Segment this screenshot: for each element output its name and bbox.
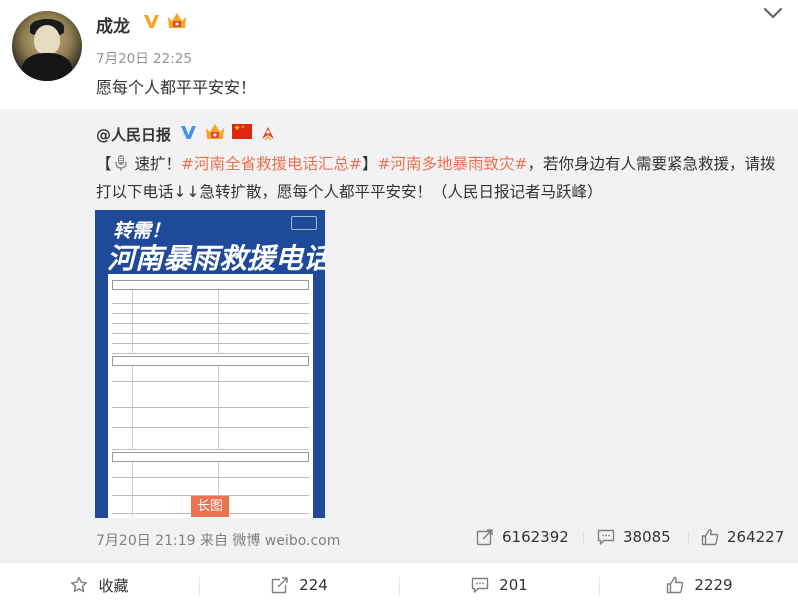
reposted-weibo[interactable]: @人民日报 ★ ★ 【 速扩！#河南全省救援电话汇总#】#河南多地暴雨致灾#，若… xyxy=(0,109,798,562)
like-icon xyxy=(701,528,719,546)
forward-icon xyxy=(271,577,288,594)
verified-v-icon xyxy=(144,15,159,28)
avatar[interactable] xyxy=(12,11,82,81)
repost-author-name[interactable]: @人民日报 xyxy=(96,124,171,145)
verified-v-icon xyxy=(181,126,196,139)
image-logo xyxy=(291,216,317,230)
post-time[interactable]: 7月20日 22:25 xyxy=(96,47,192,67)
rocket-icon xyxy=(262,127,274,141)
topic-tag-rescue-phones[interactable]: #河南全省救援电话汇总# xyxy=(181,155,362,173)
forward-button[interactable]: 224 xyxy=(200,563,399,606)
repost-label: 速扩！ xyxy=(129,155,181,173)
vip-crown-icon xyxy=(206,124,224,139)
collect-button[interactable]: 收藏 xyxy=(0,563,199,606)
topic-tag-henan-rainstorm[interactable]: #河南多地暴雨致灾# xyxy=(377,155,527,173)
long-image-badge: 长图 xyxy=(191,496,229,517)
like-icon xyxy=(667,576,684,594)
action-bar: 收藏 224 201 2229 xyxy=(0,562,798,606)
comment-icon xyxy=(597,529,615,545)
long-image-thumbnail[interactable]: 转需！ 河南暴雨救援电话 xyxy=(95,210,325,518)
image-title: 河南暴雨救援电话 xyxy=(107,242,325,275)
comment-icon xyxy=(471,577,489,593)
vip-crown-icon xyxy=(168,13,186,28)
image-phone-table xyxy=(108,274,313,518)
repost-text: 【 速扩！#河南全省救援电话汇总#】#河南多地暴雨致灾#，若你身边有人需要紧急救… xyxy=(96,155,776,201)
post-text: 愿每个人都平平安安！ xyxy=(96,78,257,97)
repost-like-count[interactable]: 264227 xyxy=(701,526,784,548)
chevron-down-icon[interactable] xyxy=(762,6,784,20)
forward-icon xyxy=(476,529,493,546)
repost-time-source[interactable]: 7月20日 21:19 来自 微博 weibo.com xyxy=(96,530,340,550)
repost-forward-count[interactable]: 6162392 xyxy=(476,526,569,548)
microphone-icon xyxy=(114,155,127,171)
weibo-card: 成龙 7月20日 22:25 愿每个人都平平安安！ @人民日报 ★ ★ 【 速扩… xyxy=(0,0,798,606)
like-button[interactable]: 2229 xyxy=(600,563,798,606)
china-flag-icon: ★ ★ xyxy=(232,124,252,139)
author-name[interactable]: 成龙 xyxy=(96,12,130,37)
comment-button[interactable]: 201 xyxy=(400,563,599,606)
repost-comment-count[interactable]: 38085 xyxy=(597,526,671,548)
star-icon xyxy=(71,576,88,593)
